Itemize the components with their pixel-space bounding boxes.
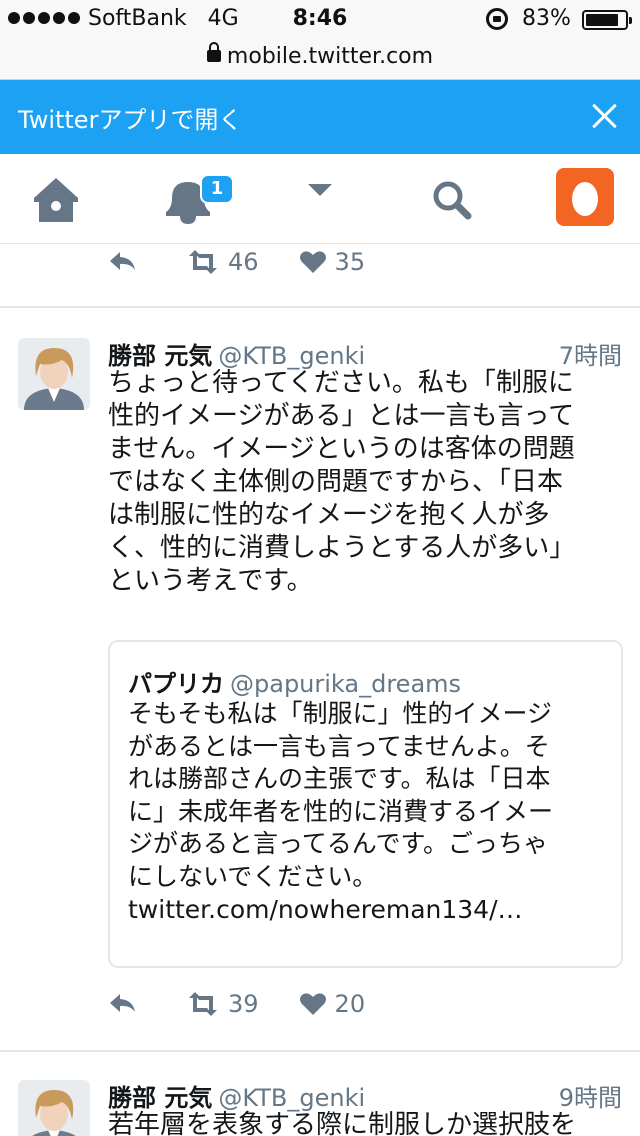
tweet-text-line: ではなく主体側の問題ですから、「日本 [108,467,564,497]
quoted-tweet[interactable]: パプリカ @papurika_dreams そもそも私は「制服に」性的イメージ が… [108,640,623,968]
quoted-text-line: にしないでください。 [128,861,378,891]
battery-percent: 83% [522,6,571,31]
tweet-header: 勝部 元気 @KTB_genki [108,336,365,371]
reply-button[interactable] [108,250,146,274]
retweet-icon [189,992,217,1016]
close-icon[interactable] [586,98,622,134]
tweet-header: 勝部 元気 @KTB_genki [108,1078,365,1113]
author-handle[interactable]: @KTB_genki [218,1084,365,1112]
tweet-text-line: く、性的に消費しようとする人が多い」 [108,533,576,563]
tweet-text: 若年層を表象する際に制服しか選択肢を [108,1109,628,1136]
tweet-timestamp[interactable]: 9時間 [559,1078,622,1113]
avatar[interactable] [18,1080,90,1136]
author-name[interactable]: 勝部 元気 [108,342,212,370]
tweet-actions: 39 20 [108,984,405,1024]
home-icon[interactable] [26,172,86,228]
profile-icon[interactable] [556,168,616,226]
tweet-divider [0,1050,640,1052]
address-bar[interactable]: mobile.twitter.com [0,40,640,80]
open-in-app-link[interactable]: Twitterアプリで開く [18,100,242,135]
retweet-count: 39 [228,990,259,1018]
like-count: 20 [334,990,366,1018]
url-text[interactable]: mobile.twitter.com [227,44,433,69]
chevron-down-icon[interactable] [290,172,350,228]
avatar[interactable] [18,338,90,410]
retweet-button[interactable]: 39 [186,990,259,1018]
tweet-text-line: ません。イメージというのは客体の問題 [108,434,575,464]
quoted-text-line: に」未成年者を性的に消費するイメー [128,796,554,826]
reply-button[interactable] [108,992,146,1016]
battery-icon [582,10,632,30]
rotation-lock-icon [486,8,508,30]
status-bar: SoftBank 4G 8:46 83% [0,0,640,40]
quoted-link[interactable]: twitter.com/nowhereman134/… [128,894,553,927]
retweet-count: 46 [228,248,259,276]
previous-tweet-actions: 46 35 [108,242,405,282]
author-name[interactable]: 勝部 元気 [108,1084,212,1112]
padlock-icon [206,42,221,62]
retweet-button[interactable]: 46 [186,248,259,276]
tweet-text-line: は制服に性的なイメージを抱く人が多 [108,500,550,530]
quoted-author-name: パプリカ [128,670,224,698]
top-navigation: 1 [0,154,640,244]
retweet-icon [189,250,217,274]
quoted-tweet-text: そもそも私は「制服に」性的イメージ があるとは一言も言ってませんよ。そ れは勝部… [128,698,553,926]
tweet-text-line: 性的イメージがある」とは一言も言って [108,401,575,431]
quoted-text-line: ジがあると言ってるんです。ごっちゃ [128,829,549,859]
like-button[interactable]: 35 [299,248,366,276]
heart-icon [299,993,326,1015]
open-in-app-banner[interactable]: Twitterアプリで開く [0,80,640,154]
tweet-text-line: という考えです。 [108,566,313,596]
tweet-text: ちょっと待ってください。私も「制服に 性的イメージがある」とは一言も言って ませ… [108,367,628,598]
notifications-badge: 1 [200,174,234,204]
reply-icon [110,994,135,1012]
author-handle[interactable]: @KTB_genki [218,342,365,370]
quoted-text-line: そもそも私は「制服に」性的イメージ [128,699,553,728]
reply-icon [110,252,135,270]
search-icon[interactable] [422,172,482,228]
like-button[interactable]: 20 [299,990,366,1018]
tweet-text-line: 若年層を表象する際に制服しか選択肢を [108,1110,577,1136]
quoted-text-line: れは勝部さんの主張です。私は「日本 [128,764,551,794]
quoted-author-handle: @papurika_dreams [230,670,462,698]
quoted-tweet-header: パプリカ @papurika_dreams [128,664,461,699]
tweet-timestamp[interactable]: 7時間 [559,336,622,371]
heart-icon [299,251,326,273]
like-count: 35 [334,248,366,276]
tweet-text-line: ちょっと待ってください。私も「制服に [108,368,574,398]
tweet-divider [0,306,640,308]
quoted-text-line: があるとは一言も言ってませんよ。そ [128,731,550,761]
